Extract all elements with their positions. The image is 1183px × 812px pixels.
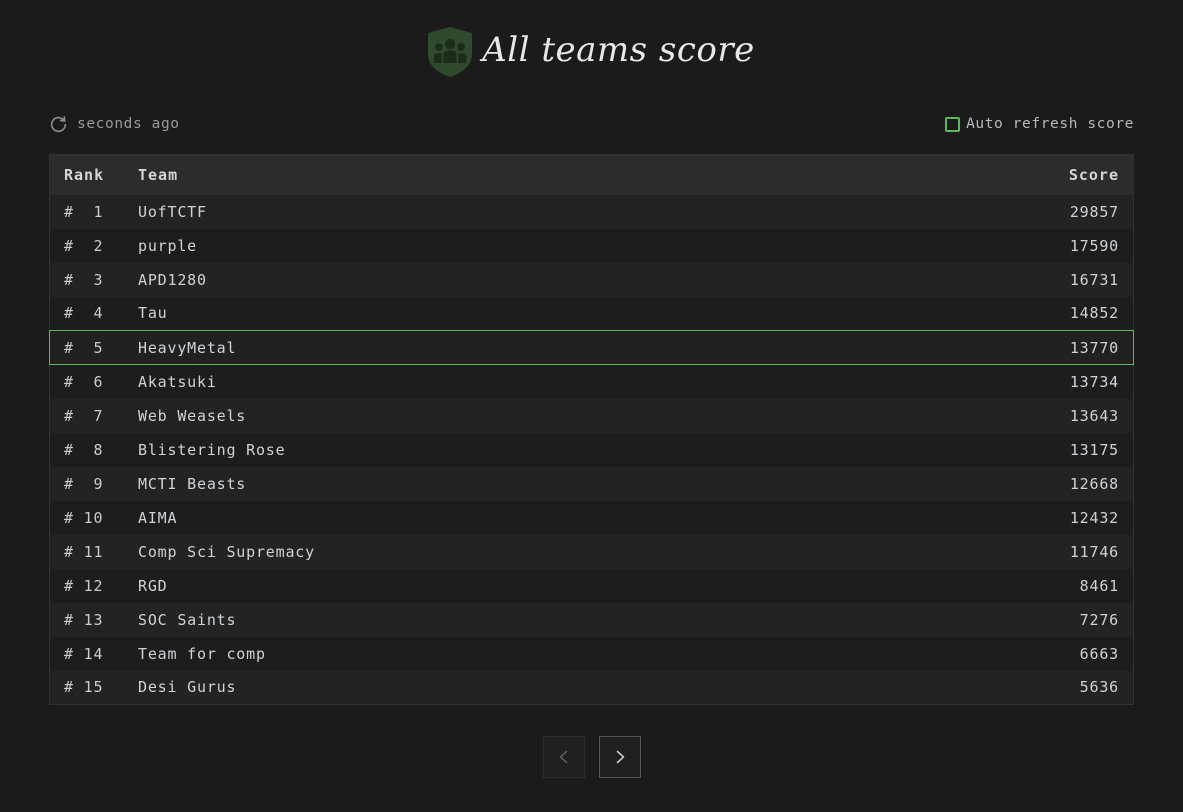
pagination-prev-button[interactable] <box>542 736 585 778</box>
cell-rank: # 11 <box>64 542 104 561</box>
scoreboard-table-head: Rank Team Score <box>49 154 1134 195</box>
pagination-controls <box>49 736 1134 778</box>
cell-score: 5636 <box>1079 678 1119 697</box>
team-shield-icon <box>428 27 473 77</box>
cell-team-name: APD1280 <box>138 270 207 289</box>
column-header-rank[interactable]: Rank <box>50 155 139 195</box>
table-header-row: Rank Team Score <box>49 154 1134 195</box>
auto-refresh-toggle[interactable]: Auto refresh score <box>945 116 1134 132</box>
cell-team-name: Team for comp <box>138 644 266 663</box>
table-row[interactable]: # 7 Web Weasels 13643 <box>49 398 1134 433</box>
table-row[interactable]: # 4 Tau 14852 <box>49 296 1134 331</box>
cell-rank: # 1 <box>64 202 104 221</box>
chevron-left-icon <box>559 750 567 764</box>
table-row[interactable]: # 10 AIMA 12432 <box>49 500 1134 535</box>
table-row[interactable]: # 3 APD1280 16731 <box>49 262 1134 297</box>
cell-rank: # 12 <box>64 576 104 595</box>
table-row[interactable]: # 9 MCTI Beasts 12668 <box>49 466 1134 501</box>
cell-team-name: AIMA <box>138 508 178 527</box>
cell-score: 7276 <box>1079 610 1119 629</box>
table-row[interactable]: # 11 Comp Sci Supremacy 11746 <box>49 534 1134 569</box>
page-header: All teams score <box>0 0 1183 104</box>
chevron-right-icon <box>616 750 624 764</box>
cell-rank: # 2 <box>64 236 104 255</box>
cell-rank: # 9 <box>64 474 104 493</box>
cell-team-name: RGD <box>138 576 168 595</box>
cell-score: 16731 <box>1069 270 1119 289</box>
cell-score: 14852 <box>1069 304 1119 323</box>
cell-score: 13734 <box>1069 372 1119 391</box>
cell-team-name: HeavyMetal <box>138 330 999 365</box>
content-area: seconds ago Auto refresh score Rank Team… <box>49 104 1134 778</box>
cell-score: 8461 <box>1079 576 1119 595</box>
table-row[interactable]: # 8 Blistering Rose 13175 <box>49 432 1134 467</box>
table-row[interactable]: # 15 Desi Gurus 5636 <box>49 670 1134 705</box>
cell-score: 13175 <box>1069 440 1119 459</box>
cell-team-name: Comp Sci Supremacy <box>138 542 315 561</box>
cell-score: 12432 <box>1069 508 1119 527</box>
cell-score: 29857 <box>1069 202 1119 221</box>
cell-score: 13770 <box>999 330 1134 365</box>
cell-rank: # 5 <box>49 330 138 365</box>
scoreboard-toolbar: seconds ago Auto refresh score <box>49 104 1134 144</box>
cell-score: 6663 <box>1079 644 1119 663</box>
column-header-team[interactable]: Team <box>138 155 999 195</box>
auto-refresh-label: Auto refresh score <box>966 116 1134 132</box>
cell-score: 11746 <box>1069 542 1119 561</box>
cell-score: 17590 <box>1069 236 1119 255</box>
cell-team-name: SOC Saints <box>138 610 237 629</box>
table-row[interactable]: # 14 Team for comp 6663 <box>49 636 1134 671</box>
last-refresh-label: seconds ago <box>77 116 180 132</box>
scoreboard-table-body: # 1 UofTCTF 29857 # 2 purple 17590 # 3 APD1280 1… <box>49 194 1134 705</box>
cell-score: 13643 <box>1069 406 1119 425</box>
cell-team-name: UofTCTF <box>138 202 207 221</box>
table-row-highlighted[interactable]: # 5 HeavyMetal 13770 <box>49 330 1134 365</box>
table-row[interactable]: # 12 RGD 8461 <box>49 568 1134 603</box>
cell-team-name: Akatsuki <box>138 372 217 391</box>
cell-team-name: Web Weasels <box>138 406 247 425</box>
pagination-next-button[interactable] <box>598 736 641 778</box>
cell-rank: # 15 <box>64 678 104 697</box>
cell-rank: # 10 <box>64 508 104 527</box>
last-refresh-group: seconds ago <box>49 115 180 134</box>
cell-team-name: Desi Gurus <box>138 678 237 697</box>
cell-rank: # 6 <box>64 372 104 391</box>
table-row[interactable]: # 6 Akatsuki 13734 <box>49 364 1134 399</box>
cell-rank: # 3 <box>64 270 104 289</box>
cell-rank: # 4 <box>64 304 104 323</box>
cell-team-name: MCTI Beasts <box>138 474 247 493</box>
scoreboard-table: Rank Team Score # 1 UofTCTF 29857 # 2 purple… <box>49 154 1134 705</box>
table-row[interactable]: # 1 UofTCTF 29857 <box>49 194 1134 229</box>
table-row[interactable]: # 13 SOC Saints 7276 <box>49 602 1134 637</box>
cell-team-name: purple <box>138 236 197 255</box>
column-header-score[interactable]: Score <box>999 155 1134 195</box>
cell-rank: # 14 <box>64 644 104 663</box>
auto-refresh-checkbox[interactable] <box>945 116 961 132</box>
cell-rank: # 7 <box>64 406 104 425</box>
cell-team-name: Tau <box>138 304 168 323</box>
cell-team-name: Blistering Rose <box>138 440 286 459</box>
table-row[interactable]: # 2 purple 17590 <box>49 228 1134 263</box>
page-title: All teams score <box>482 30 755 70</box>
cell-rank: # 13 <box>64 610 104 629</box>
refresh-icon[interactable] <box>49 115 68 134</box>
cell-score: 12668 <box>1069 474 1119 493</box>
cell-rank: # 8 <box>64 440 104 459</box>
